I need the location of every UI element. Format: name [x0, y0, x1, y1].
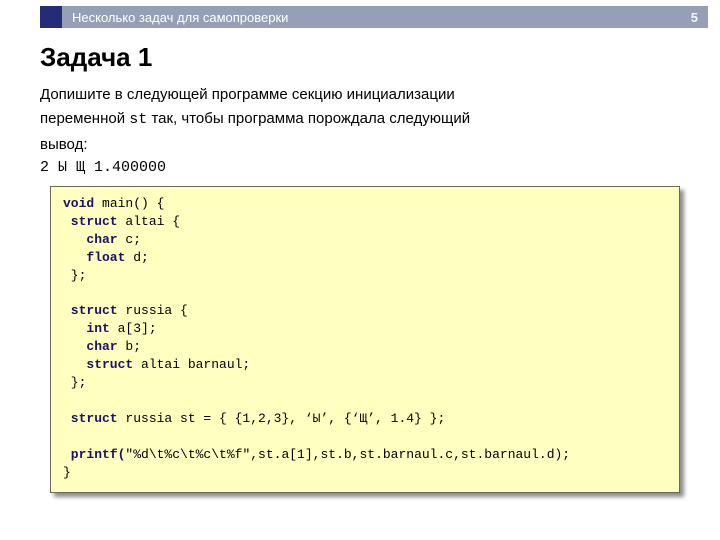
- code-text: };: [63, 268, 86, 283]
- code-kw: int: [63, 321, 110, 336]
- code-text: d;: [125, 250, 148, 265]
- prompt-var: st: [129, 111, 147, 128]
- topbar: Несколько задач для самопроверки 5: [40, 6, 708, 28]
- code-block: void main() { struct altai { char c; flo…: [50, 186, 680, 493]
- code-text: a[3];: [110, 321, 157, 336]
- prompt-line-2: переменной st так, чтобы программа порож…: [40, 109, 690, 130]
- task-heading: Задача 1: [40, 42, 690, 73]
- code-kw: struct: [63, 303, 118, 318]
- code-kw: void: [63, 196, 94, 211]
- prompt-line-2-post: так, чтобы программа порождала следующий: [147, 110, 470, 127]
- code-kw: struct: [63, 411, 118, 426]
- code-text: russia {: [118, 303, 188, 318]
- code-text: main() {: [94, 196, 164, 211]
- code-text: b;: [118, 339, 141, 354]
- code-text: altai {: [118, 214, 180, 229]
- slide-content: Задача 1 Допишите в следующей программе …: [40, 42, 690, 493]
- code-kw: struct: [63, 214, 118, 229]
- code-text: ,st.a[1],st.b,st.barnaul.c,st.barnaul.d)…: [250, 447, 570, 462]
- expected-output: 2 Ы Щ 1.400000: [40, 159, 690, 176]
- slide-number: 5: [691, 10, 698, 25]
- topbar-accent-square: [40, 6, 62, 28]
- code-kw: struct: [63, 357, 133, 372]
- prompt-line-3: вывод:: [40, 135, 690, 155]
- code-kw: printf(: [63, 447, 125, 462]
- prompt-line-1: Допишите в следующей программе секцию ин…: [40, 85, 690, 105]
- code-kw: float: [63, 250, 125, 265]
- code-string: "%d\t%c\t%c\t%f": [125, 447, 250, 462]
- prompt-line-2-pre: переменной: [40, 110, 129, 127]
- code-text: };: [63, 375, 86, 390]
- code-kw: char: [63, 232, 118, 247]
- topbar-strip: Несколько задач для самопроверки 5: [62, 6, 708, 28]
- code-text: altai barnaul;: [133, 357, 250, 372]
- section-title: Несколько задач для самопроверки: [72, 10, 288, 25]
- code-text: }: [63, 465, 71, 480]
- code-kw: char: [63, 339, 118, 354]
- code-block-wrap: void main() { struct altai { char c; flo…: [50, 186, 680, 493]
- code-text: c;: [118, 232, 141, 247]
- code-text: russia st = { {1,2,3}, ‘Ы’, {‘Щ’, 1.4} }…: [118, 411, 446, 426]
